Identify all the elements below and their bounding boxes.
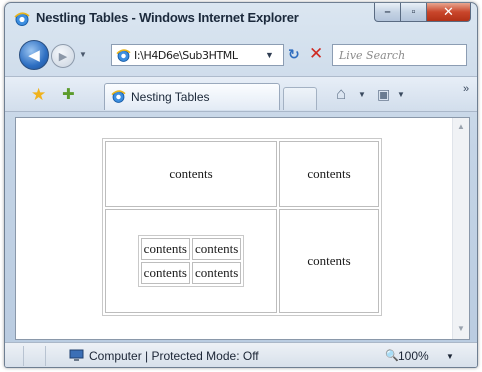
computer-icon <box>69 349 84 361</box>
table-cell: contents contents contents contents <box>105 209 277 313</box>
table-row: contents contents <box>140 262 242 284</box>
feeds-icon[interactable]: ▣ <box>377 86 390 103</box>
table-cell: contents <box>140 238 190 260</box>
page-viewport: contents contents contents contents cont… <box>15 117 470 340</box>
refresh-button[interactable]: ↻ <box>288 46 300 63</box>
table-cell: contents <box>279 141 379 207</box>
favorites-and-tabs-bar: ★ ✚ Nesting Tables ⌂ ▼ ▣ ▼ » <box>5 76 477 112</box>
table-cell: contents <box>192 262 242 284</box>
table-row: contents contents <box>105 141 379 207</box>
tab-label: Nesting Tables <box>131 90 210 104</box>
add-favorite-icon[interactable]: ✚ <box>62 85 75 103</box>
ie-logo-icon <box>14 12 30 26</box>
page-icon <box>116 49 131 62</box>
zoom-icon[interactable]: 🔍 <box>385 349 399 362</box>
table-row: contents contents contents contents cont… <box>105 209 379 313</box>
stop-button[interactable]: ✕ <box>309 44 323 64</box>
forward-button[interactable]: ▶ <box>51 44 75 68</box>
address-bar-row: ◀ ▶ ▼ I:\H4D6e\Sub3HTML ▼ ↻ ✕ Live Searc… <box>5 37 477 73</box>
table-cell: contents <box>192 238 242 260</box>
table-cell: contents <box>279 209 379 313</box>
address-value: I:\H4D6e\Sub3HTML <box>134 49 238 62</box>
back-button[interactable]: ◀ <box>19 40 49 70</box>
status-bar: Computer | Protected Mode: Off 🔍 100% ▼ <box>5 342 477 367</box>
window-controls: – ▫ ✕ <box>374 3 471 22</box>
maximize-button[interactable]: ▫ <box>401 3 427 22</box>
search-input[interactable]: Live Search <box>332 44 467 66</box>
feeds-dropdown-icon[interactable]: ▼ <box>397 90 405 99</box>
inner-table: contents contents contents contents <box>137 235 245 287</box>
status-divider <box>23 346 24 366</box>
home-dropdown-icon[interactable]: ▼ <box>358 90 366 99</box>
security-zone-label[interactable]: Computer | Protected Mode: Off <box>89 349 259 363</box>
zoom-level[interactable]: 100% <box>398 349 429 363</box>
outer-table: contents contents contents contents cont… <box>102 138 382 316</box>
scroll-up-icon[interactable]: ▲ <box>457 122 465 131</box>
recent-pages-dropdown[interactable]: ▼ <box>79 50 87 59</box>
browser-window: Nestling Tables - Windows Internet Explo… <box>4 2 478 368</box>
table-cell: contents <box>140 262 190 284</box>
status-divider <box>45 346 46 366</box>
address-dropdown-icon[interactable]: ▼ <box>265 50 274 60</box>
page-icon <box>111 90 126 103</box>
minimize-button[interactable]: – <box>374 3 401 22</box>
more-tools-icon[interactable]: » <box>463 83 469 95</box>
tab-nesting-tables[interactable]: Nesting Tables <box>104 83 280 110</box>
zoom-dropdown-icon[interactable]: ▼ <box>446 352 454 361</box>
window-title: Nestling Tables - Windows Internet Explo… <box>36 10 299 25</box>
favorites-star-icon[interactable]: ★ <box>31 85 46 105</box>
new-tab-button[interactable] <box>283 87 317 110</box>
scroll-down-icon[interactable]: ▼ <box>457 324 465 333</box>
table-cell: contents <box>105 141 277 207</box>
vertical-scrollbar[interactable]: ▲ ▼ <box>452 118 469 339</box>
address-field[interactable]: I:\H4D6e\Sub3HTML ▼ <box>111 44 284 66</box>
home-icon[interactable]: ⌂ <box>336 84 346 104</box>
table-row: contents contents <box>140 238 242 260</box>
close-button[interactable]: ✕ <box>427 3 471 22</box>
title-bar[interactable]: Nestling Tables - Windows Internet Explo… <box>5 3 477 33</box>
